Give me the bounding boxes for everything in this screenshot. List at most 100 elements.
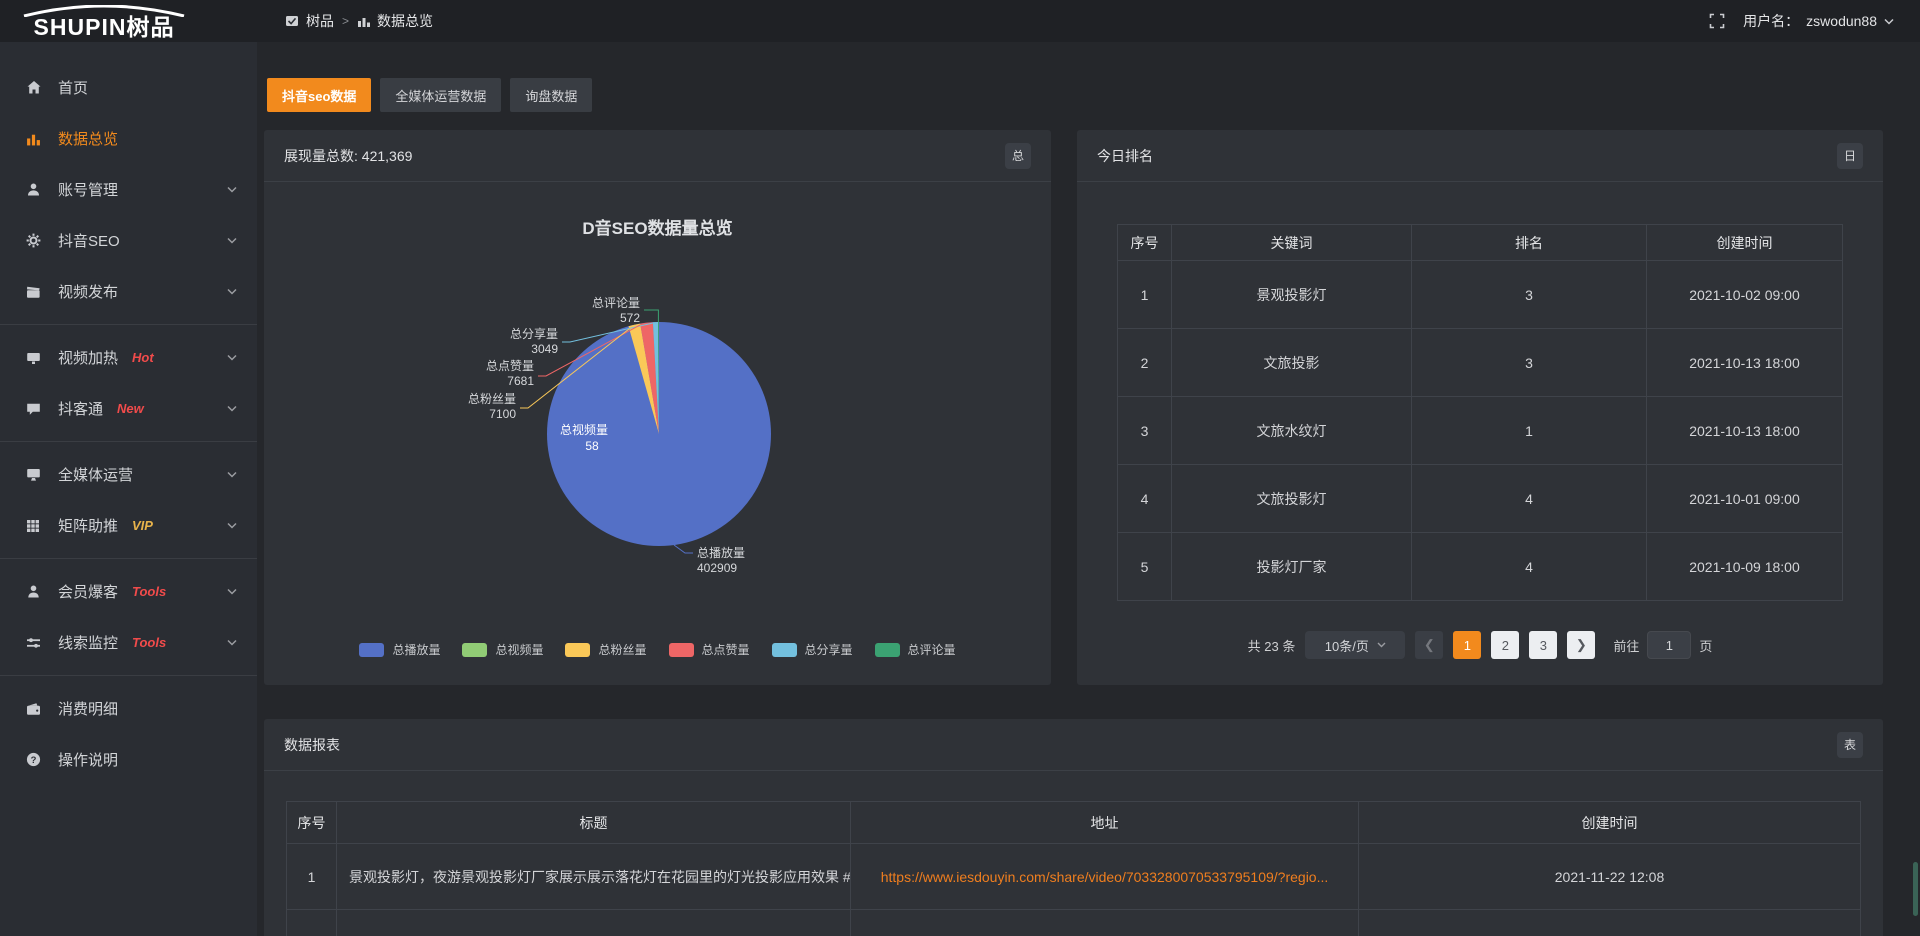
tab-omnimedia-data[interactable]: 全媒体运营数据 <box>380 78 501 112</box>
chat-icon <box>26 401 43 417</box>
sidebar-item-help[interactable]: ? 操作说明 <box>0 734 257 785</box>
gear-icon <box>26 233 43 249</box>
chevron-down-icon <box>227 588 237 595</box>
user-menu[interactable]: 用户名：zswodun88 <box>1743 11 1894 31</box>
pie-label-plays-value: 402909 <box>697 561 737 575</box>
sidebar-item-account[interactable]: 账号管理 <box>0 164 257 215</box>
page-button-2[interactable]: 2 <box>1491 631 1519 659</box>
cell-rank: 4 <box>1412 533 1647 601</box>
sliders-icon <box>26 635 43 651</box>
table-row: 4 文旅投影灯 4 2021-10-01 09:00 <box>1118 465 1843 533</box>
video-link[interactable]: https://www.iesdouyin.com/share/video/70… <box>881 869 1329 885</box>
vip-badge: VIP <box>132 518 153 533</box>
chart-legend: 总播放量 总视频量 总粉丝量 总点赞量 总分享量 总评论量 <box>264 641 1051 658</box>
sidebar-divider <box>0 675 257 676</box>
cell-keyword: 投影灯厂家 <box>1172 533 1412 601</box>
new-badge: New <box>117 401 144 416</box>
legend-label: 总播放量 <box>392 641 440 658</box>
total-mode-button[interactable]: 总 <box>1005 143 1031 169</box>
cell-created: 2021-10-13 18:00 <box>1647 397 1843 465</box>
home-icon <box>26 80 43 96</box>
page-button-1[interactable]: 1 <box>1453 631 1481 659</box>
breadcrumb-current[interactable]: 数据总览 <box>357 11 433 31</box>
app-logo: SHUPIN树品 <box>0 5 257 37</box>
legend-swatch <box>669 643 694 657</box>
prev-page-button[interactable]: ❮ <box>1415 631 1443 659</box>
chevron-down-icon <box>227 405 237 412</box>
cell-keyword: 文旅水纹灯 <box>1172 397 1412 465</box>
chevron-down-icon <box>1377 642 1386 648</box>
pagination-total: 共 23 条 <box>1248 636 1296 655</box>
fullscreen-icon[interactable] <box>1709 13 1725 29</box>
cell-created: 2021-10-13 18:00 <box>1647 329 1843 397</box>
table-header-row: 序号 标题 地址 创建时间 <box>287 802 1861 844</box>
table-row: 1 景观投影灯 3 2021-10-02 09:00 <box>1118 261 1843 329</box>
pie-label-plays-name: 总播放量 <box>697 545 745 560</box>
table-row: 2 文旅投影 3 2021-10-13 18:00 <box>1118 329 1843 397</box>
ranking-table: 序号 关键词 排名 创建时间 1 景观投影灯 3 2021-10-02 09:0… <box>1117 224 1843 601</box>
legend-item-plays[interactable]: 总播放量 <box>359 641 440 658</box>
cell-created: 2021-10-09 18:00 <box>1647 533 1843 601</box>
next-page-button[interactable]: ❯ <box>1567 631 1595 659</box>
sidebar-item-matrix-boost[interactable]: 矩阵助推 VIP <box>0 500 257 551</box>
cell-rank: 4 <box>1412 465 1647 533</box>
sidebar-item-video-publish[interactable]: 视频发布 <box>0 266 257 317</box>
pie-label-comments-value: 572 <box>620 311 640 325</box>
sidebar-divider <box>0 558 257 559</box>
clapper-icon <box>26 284 43 300</box>
sidebar-item-douketong[interactable]: 抖客通 New <box>0 383 257 434</box>
cell-keyword: 文旅投影 <box>1172 329 1412 397</box>
legend-item-videos[interactable]: 总视频量 <box>462 641 543 658</box>
impressions-label: 展现量总数: <box>284 148 358 164</box>
tab-inquiry-data[interactable]: 询盘数据 <box>510 78 592 112</box>
logo-text-cn: 树品 <box>126 14 174 40</box>
page-size-value: 10条/页 <box>1325 636 1369 655</box>
scrollbar-thumb[interactable] <box>1913 862 1918 916</box>
member-icon <box>26 584 43 600</box>
sidebar-item-label: 首页 <box>58 77 88 98</box>
sidebar-item-lead-monitor[interactable]: 线索监控 Tools <box>0 617 257 668</box>
pie-chart: D音SEO数据量总览 总评论量 <box>264 182 1051 684</box>
legend-swatch <box>772 643 797 657</box>
sidebar-item-omnimedia[interactable]: 全媒体运营 <box>0 449 257 500</box>
sidebar-item-label: 账号管理 <box>58 179 118 200</box>
table-row: 1 景观投影灯，夜游景观投影灯厂家展示展示落花灯在花园里的灯光投影应用效果 # … <box>287 844 1861 910</box>
daily-mode-button[interactable]: 日 <box>1837 143 1863 169</box>
sidebar-item-douyin-seo[interactable]: 抖音SEO <box>0 215 257 266</box>
sidebar-item-spend-details[interactable]: 消费明细 <box>0 683 257 734</box>
legend-item-comments[interactable]: 总评论量 <box>875 641 956 658</box>
impressions-value: 421,369 <box>362 148 413 164</box>
legend-label: 总视频量 <box>495 641 543 658</box>
sidebar-item-home[interactable]: 首页 <box>0 62 257 113</box>
pie-chart-svg[interactable]: 总评论量 572 总分享量 3049 总点赞量 7681 总粉丝量 7100 总… <box>264 182 1051 684</box>
sidebar-divider <box>0 324 257 325</box>
sidebar-item-label: 全媒体运营 <box>58 464 133 485</box>
col-header-rank: 排名 <box>1412 225 1647 261</box>
sidebar-item-label: 抖音SEO <box>58 230 120 251</box>
bar-chart-icon <box>357 15 371 28</box>
pie-label-videos-value: 58 <box>585 439 599 453</box>
legend-item-likes[interactable]: 总点赞量 <box>669 641 750 658</box>
report-panel-title: 数据报表 <box>284 735 340 755</box>
label-line-comments <box>644 310 658 322</box>
table-row-clipped <box>287 910 1861 936</box>
page-button-3[interactable]: 3 <box>1529 631 1557 659</box>
sidebar-item-video-heat[interactable]: 视频加热 Hot <box>0 332 257 383</box>
pie-label-fans-name: 总粉丝量 <box>468 392 516 406</box>
legend-item-shares[interactable]: 总分享量 <box>772 641 853 658</box>
goto-page-input[interactable] <box>1647 631 1691 659</box>
sidebar-divider <box>0 441 257 442</box>
sidebar-item-data-overview[interactable]: 数据总览 <box>0 113 257 164</box>
page-size-select[interactable]: 10条/页 <box>1305 631 1405 659</box>
tab-douyin-seo[interactable]: 抖音seo数据 <box>267 78 371 112</box>
breadcrumb-root[interactable]: 树品 <box>285 11 334 31</box>
table-mode-button[interactable]: 表 <box>1837 732 1863 758</box>
sidebar-item-member-burst[interactable]: 会员爆客 Tools <box>0 566 257 617</box>
legend-item-fans[interactable]: 总粉丝量 <box>565 641 646 658</box>
chevron-down-icon <box>227 639 237 646</box>
cell-index: 5 <box>1118 533 1172 601</box>
svg-text:?: ? <box>31 755 37 766</box>
pie-label-fans-value: 7100 <box>489 407 516 421</box>
main-content: 抖音seo数据 全媒体运营数据 询盘数据 展现量总数: 421,369 总 D音… <box>257 42 1920 936</box>
legend-label: 总点赞量 <box>702 641 750 658</box>
